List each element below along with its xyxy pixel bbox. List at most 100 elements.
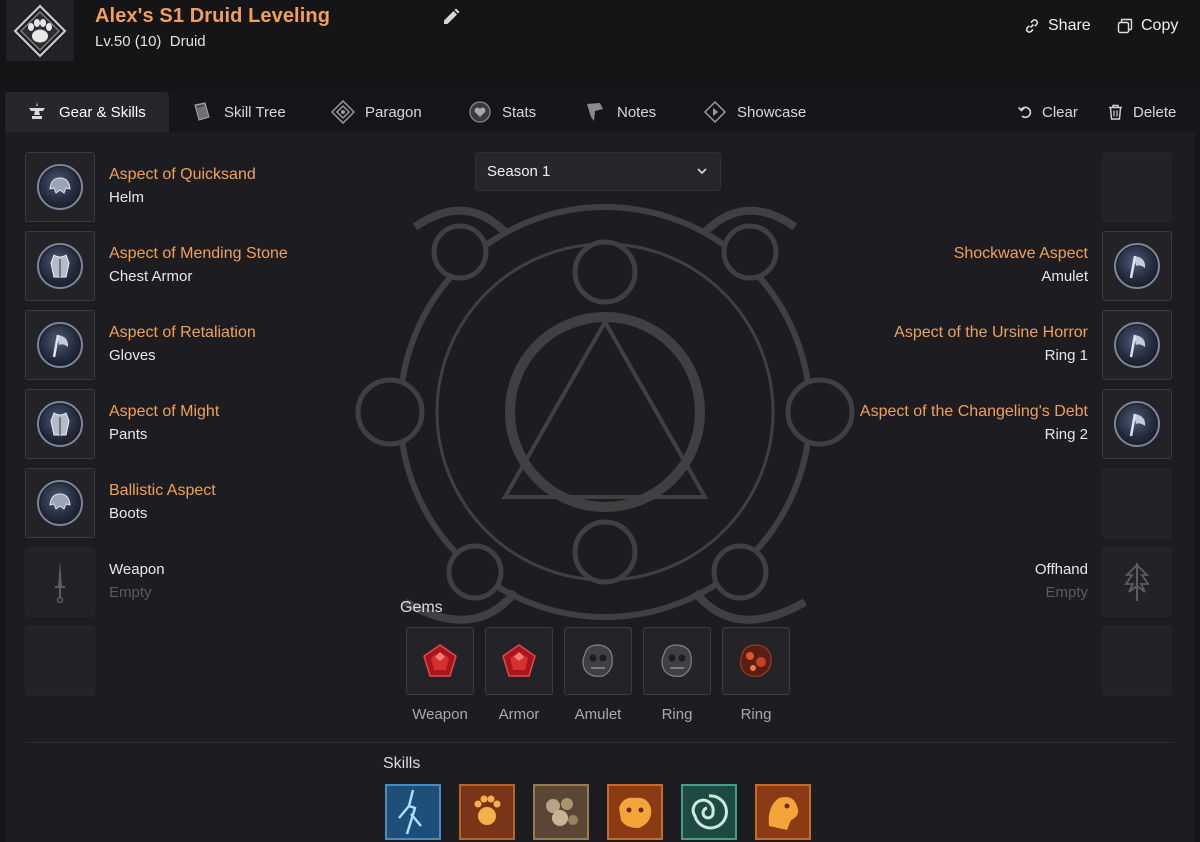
gear-slot-gloves[interactable] — [25, 310, 95, 380]
chest-orb-icon — [37, 243, 83, 289]
aspect-name: Ballistic Aspect — [109, 482, 216, 499]
paw-sun-skill-icon[interactable] — [459, 784, 515, 840]
delete-button[interactable]: Delete — [1108, 92, 1176, 132]
axe-orb-icon — [1114, 401, 1160, 447]
skull-gem-icon — [661, 644, 692, 677]
boulder-skill-icon[interactable] — [533, 784, 589, 840]
axe-orb-icon — [1114, 322, 1160, 368]
slot-label: Ring 1 — [1044, 347, 1088, 364]
tab-label: Stats — [502, 103, 537, 121]
gear-slot-empty[interactable] — [25, 626, 95, 696]
aspect-name: Aspect of the Changeling's Debt — [859, 403, 1088, 420]
aspect-name: Aspect of Mending Stone — [109, 245, 288, 262]
undo-icon — [1018, 106, 1032, 119]
link-icon — [1025, 19, 1039, 33]
werebear-skill-icon[interactable] — [607, 784, 663, 840]
axe-orb-icon — [1114, 243, 1160, 289]
tab-stats[interactable]: Stats — [468, 92, 536, 132]
gems-title: Gems — [400, 599, 443, 616]
rune-circle-background-icon — [355, 204, 855, 624]
gear-slot-chest[interactable] — [25, 231, 95, 301]
aspect-name: Shockwave Aspect — [953, 245, 1088, 262]
slot-label: Gloves — [109, 347, 156, 364]
gear-slot-ring-2[interactable] — [1102, 389, 1172, 459]
sword-placeholder-icon — [55, 561, 65, 604]
share-button[interactable]: Share — [1024, 17, 1091, 35]
gem-slot-armor[interactable] — [485, 627, 553, 695]
play-diamond-icon — [703, 100, 727, 124]
slot-label: Offhand — [1034, 561, 1088, 578]
gear-slot-empty[interactable] — [1102, 152, 1172, 222]
helm-orb-icon — [37, 480, 83, 526]
aspect-name: Aspect of Retaliation — [109, 324, 256, 341]
slot-label: Pants — [109, 426, 148, 443]
slot-label: Boots — [109, 505, 148, 522]
chevron-down-icon — [697, 168, 707, 175]
slot-label: Weapon — [109, 561, 165, 578]
tab-showcase[interactable]: Showcase — [703, 92, 806, 132]
anvil-icon — [29, 102, 45, 119]
chest-orb-icon — [37, 401, 83, 447]
build-title: Alex's S1 Druid Leveling — [95, 5, 331, 27]
tab-label: Showcase — [737, 103, 807, 121]
edit-pencil-icon[interactable] — [442, 8, 460, 26]
gear-slot-ring-1[interactable] — [1102, 310, 1172, 380]
empty-label: Empty — [109, 584, 152, 601]
empty-label: Empty — [1045, 584, 1088, 601]
gem-label: Armor — [498, 706, 540, 723]
gem-slot-amulet[interactable] — [564, 627, 632, 695]
paragon-board-icon — [331, 100, 355, 124]
share-label: Share — [1048, 17, 1091, 34]
slot-label: Chest Armor — [109, 268, 193, 285]
section-divider — [25, 742, 1175, 743]
season-selected-value: Season 1 — [487, 163, 551, 180]
druid-class-icon — [6, 0, 74, 61]
gear-slot-weapon[interactable] — [25, 547, 95, 617]
gear-slot-pants[interactable] — [25, 389, 95, 459]
clear-button[interactable]: Clear — [1018, 92, 1078, 132]
lion-skill-icon[interactable] — [755, 784, 811, 840]
axe-orb-icon — [37, 322, 83, 368]
vortex-skill-icon[interactable] — [681, 784, 737, 840]
tab-bar: Gear & Skills Skill Tree Paragon Stats N… — [0, 92, 1200, 132]
gear-slot-amulet[interactable] — [1102, 231, 1172, 301]
build-class: Druid — [169, 33, 206, 50]
gear-slot-offhand[interactable] — [1102, 547, 1172, 617]
gem-slot-weapon[interactable] — [406, 627, 474, 695]
delete-label: Delete — [1133, 103, 1177, 121]
tab-skill-tree[interactable]: Skill Tree — [190, 92, 286, 132]
gear-slot-empty[interactable] — [1102, 626, 1172, 696]
copy-button[interactable]: Copy — [1117, 17, 1178, 35]
lightning-skill-icon[interactable] — [385, 784, 441, 840]
tab-paragon[interactable]: Paragon — [331, 92, 422, 132]
slot-label: Helm — [109, 189, 145, 206]
slot-label: Ring 2 — [1044, 426, 1088, 443]
skull-gem-icon — [582, 644, 613, 677]
gem-slot-ring-2[interactable] — [722, 627, 790, 695]
gem-slot-ring-1[interactable] — [643, 627, 711, 695]
helm-orb-icon — [37, 164, 83, 210]
gear-slot-helm[interactable] — [25, 152, 95, 222]
tab-label: Notes — [617, 103, 657, 121]
skills-title: Skills — [383, 755, 421, 772]
aspect-name: Aspect of Might — [109, 403, 220, 420]
tab-label: Skill Tree — [224, 103, 286, 121]
gear-slot-empty[interactable] — [1102, 468, 1172, 538]
season-select[interactable]: Season 1 — [475, 152, 721, 191]
gem-label: Weapon — [412, 706, 468, 723]
tab-notes[interactable]: Notes — [583, 92, 656, 132]
slot-label: Amulet — [1041, 268, 1088, 285]
scroll-icon — [587, 103, 603, 121]
tab-gear-skills[interactable]: Gear & Skills — [5, 92, 169, 132]
tab-label: Gear & Skills — [59, 103, 146, 121]
gem-label: Ring — [740, 706, 772, 723]
ruby-gem-icon — [423, 644, 457, 677]
heart-stats-icon — [469, 101, 491, 123]
copy-icon — [1117, 18, 1133, 34]
book-icon — [194, 102, 210, 121]
build-level: Lv.50 (10) — [95, 33, 162, 50]
gear-slot-boots[interactable] — [25, 468, 95, 538]
amber-gem-icon — [739, 644, 772, 677]
gear-skills-panel: Season 1 Aspect of Quicksand Helm Aspect… — [5, 132, 1195, 842]
aspect-name: Aspect of the Ursine Horror — [894, 324, 1088, 341]
